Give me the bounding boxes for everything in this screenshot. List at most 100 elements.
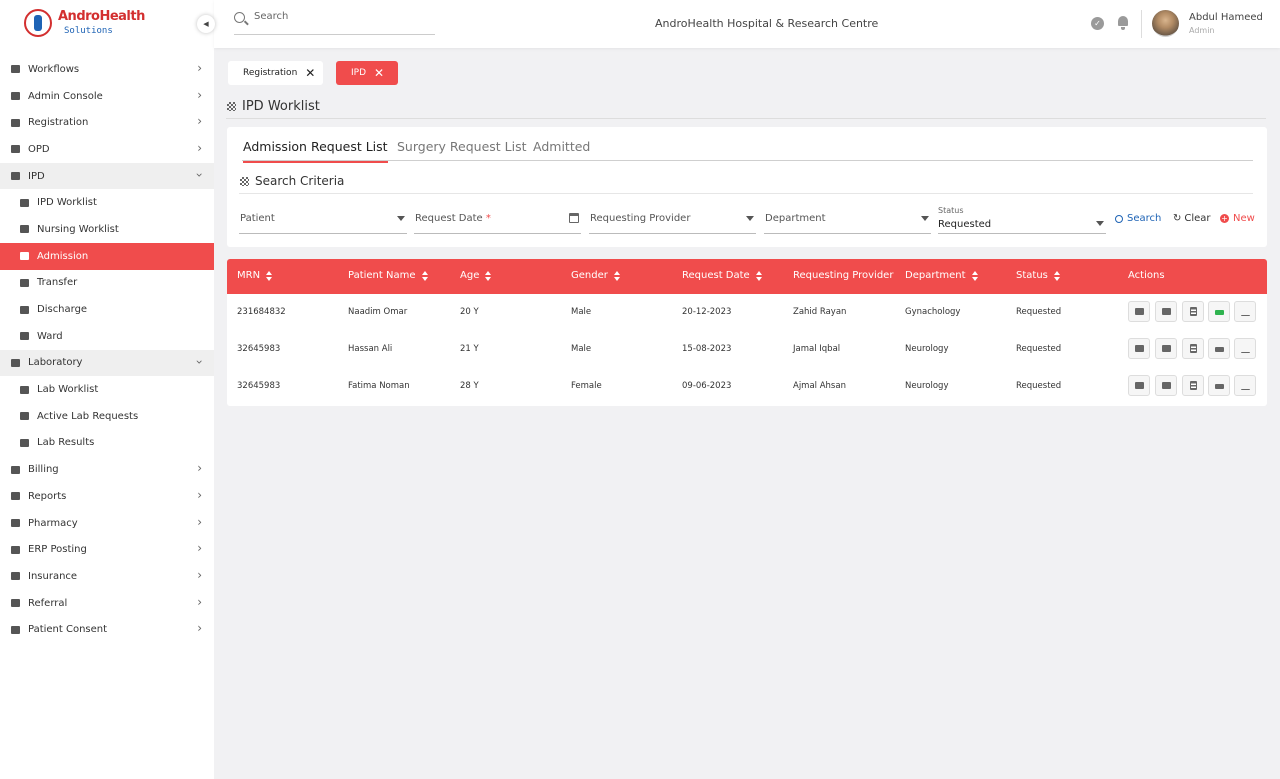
family-icon xyxy=(9,570,21,582)
column-header-gender[interactable]: Gender xyxy=(571,270,621,281)
sidebar-item-registration[interactable]: Registration › xyxy=(0,109,214,136)
sidebar-item-label: Insurance xyxy=(28,570,78,582)
test-tube-icon xyxy=(18,384,30,396)
notes-icon[interactable] xyxy=(1182,301,1204,322)
sidebar-item-reports[interactable]: Reports › xyxy=(0,483,214,510)
notes-icon[interactable] xyxy=(1182,338,1204,359)
sort-icon xyxy=(266,270,273,281)
column-header-status[interactable]: Status xyxy=(1016,270,1061,281)
bed-icon[interactable] xyxy=(1208,301,1230,322)
sidebar-item-laboratory[interactable]: Laboratory › xyxy=(0,349,214,377)
admission-icon[interactable] xyxy=(1128,375,1150,396)
sidebar-item-insurance[interactable]: Insurance › xyxy=(0,563,214,590)
cell-department: Neurology xyxy=(905,344,949,354)
field-label: Department xyxy=(765,213,826,224)
bed-icon[interactable] xyxy=(1208,375,1230,396)
sidebar-item-lab-results[interactable]: Lab Results xyxy=(0,430,214,457)
sidebar-item-label: Referral xyxy=(28,597,68,609)
sidebar-item-active-lab-requests[interactable]: Active Lab Requests xyxy=(0,403,214,430)
sidebar-item-label: Active Lab Requests xyxy=(37,410,139,422)
chevron-right-icon: › xyxy=(197,488,202,502)
global-search xyxy=(234,9,435,35)
sidebar-item-admin-console[interactable]: Admin Console › xyxy=(0,83,214,110)
sidebar-item-discharge[interactable]: Discharge xyxy=(0,296,214,323)
field-label: Requesting Provider xyxy=(590,213,691,224)
avatar[interactable] xyxy=(1152,10,1179,37)
column-header-mrn[interactable]: MRN xyxy=(237,270,273,281)
sidebar-item-label: ERP Posting xyxy=(28,544,87,556)
sidebar-item-transfer[interactable]: Transfer xyxy=(0,270,214,297)
ward-icon[interactable] xyxy=(1155,338,1177,359)
signature-icon[interactable] xyxy=(1234,338,1256,359)
sidebar-item-opd[interactable]: OPD › xyxy=(0,136,214,163)
signature-icon[interactable] xyxy=(1234,301,1256,322)
table-row[interactable]: 32645983 Fatima Noman 28 Y Female 09-06-… xyxy=(227,368,1267,405)
tab-admitted[interactable]: Admitted xyxy=(533,139,590,154)
sidebar-item-pharmacy[interactable]: Pharmacy › xyxy=(0,510,214,537)
calendar-icon[interactable] xyxy=(569,213,579,223)
admission-icon[interactable] xyxy=(1128,301,1150,322)
user-role: Admin xyxy=(1189,26,1215,35)
search-button[interactable]: Search xyxy=(1115,213,1161,224)
search-input[interactable] xyxy=(254,11,424,22)
sidebar-item-referral[interactable]: Referral › xyxy=(0,590,214,617)
close-icon[interactable]: ✕ xyxy=(374,66,384,80)
sidebar-item-billing[interactable]: Billing › xyxy=(0,456,214,483)
grid-icon xyxy=(227,102,236,111)
sort-icon xyxy=(1053,270,1061,281)
header-label: Patient Name xyxy=(348,270,416,281)
sidebar-item-label: Transfer xyxy=(37,277,78,289)
header-label: Gender xyxy=(571,270,608,281)
request-date-field[interactable]: Request Date * xyxy=(414,206,581,234)
notes-icon[interactable] xyxy=(1182,375,1204,396)
bell-icon[interactable] xyxy=(1117,16,1129,30)
page-tab-registration[interactable]: Registration ✕ xyxy=(228,61,323,85)
tab-surgery-request-list[interactable]: Surgery Request List xyxy=(397,139,527,154)
signature-icon[interactable] xyxy=(1234,375,1256,396)
column-header-department[interactable]: Department xyxy=(905,270,979,281)
bed-icon xyxy=(9,170,21,182)
sidebar-item-admission[interactable]: Admission xyxy=(0,242,214,270)
department-select[interactable]: Department xyxy=(764,206,931,234)
brand-tagline: Solutions xyxy=(64,26,113,36)
sidebar-item-workflows[interactable]: Workflows › xyxy=(0,56,214,83)
ward-icon[interactable] xyxy=(1155,375,1177,396)
tab-admission-request-list[interactable]: Admission Request List xyxy=(243,139,388,163)
report-icon xyxy=(9,490,21,502)
sidebar: AndroHealth Solutions Workflows › Admin C… xyxy=(0,0,214,779)
status-select[interactable]: Status Requested xyxy=(938,206,1106,234)
admission-icon[interactable] xyxy=(1128,338,1150,359)
column-header-request-date[interactable]: Request Date xyxy=(682,270,763,281)
bed-icon[interactable] xyxy=(1208,338,1230,359)
verified-icon[interactable]: ✓ xyxy=(1091,17,1104,30)
divider xyxy=(239,193,1253,194)
sidebar-item-ward[interactable]: Ward xyxy=(0,323,214,350)
sidebar-item-ipd[interactable]: IPD › xyxy=(0,162,214,190)
desktop-icon xyxy=(9,544,21,556)
table-row[interactable]: 32645983 Hassan Ali 21 Y Male 15-08-2023… xyxy=(227,331,1267,368)
ward-icon[interactable] xyxy=(1155,301,1177,322)
sidebar-item-erp-posting[interactable]: ERP Posting › xyxy=(0,536,214,563)
sidebar-item-patient-consent[interactable]: Patient Consent › xyxy=(0,616,214,643)
button-label: Clear xyxy=(1184,213,1211,224)
page-tab-ipd[interactable]: IPD ✕ xyxy=(336,61,398,85)
user-name[interactable]: Abdul Hameed xyxy=(1189,12,1263,23)
clear-button[interactable]: ↻ Clear xyxy=(1173,213,1211,224)
requesting-provider-select[interactable]: Requesting Provider xyxy=(589,206,756,234)
app-logo[interactable]: AndroHealth Solutions xyxy=(24,9,145,39)
table-row[interactable]: 231684832 Naadim Omar 20 Y Male 20-12-20… xyxy=(227,294,1267,331)
column-header-age[interactable]: Age xyxy=(460,270,492,281)
table-header: MRN Patient Name Age Gender Request Date… xyxy=(227,259,1267,294)
new-button[interactable]: + New xyxy=(1220,213,1255,224)
column-header-patient-name[interactable]: Patient Name xyxy=(348,270,429,281)
required-mark: * xyxy=(485,213,491,224)
divider xyxy=(226,118,1266,119)
close-icon[interactable]: ✕ xyxy=(305,66,315,80)
sidebar-collapse-button[interactable]: ◀ xyxy=(197,15,215,33)
brand-name: AndroHealth xyxy=(58,9,145,24)
patient-select[interactable]: Patient xyxy=(239,206,407,234)
sidebar-item-nursing-worklist[interactable]: Nursing Worklist xyxy=(0,216,214,243)
sidebar-item-lab-worklist[interactable]: Lab Worklist xyxy=(0,376,214,403)
top-bar: AndroHealth Hospital & Research Centre ✓… xyxy=(214,0,1280,48)
sidebar-item-ipd-worklist[interactable]: IPD Worklist xyxy=(0,189,214,216)
